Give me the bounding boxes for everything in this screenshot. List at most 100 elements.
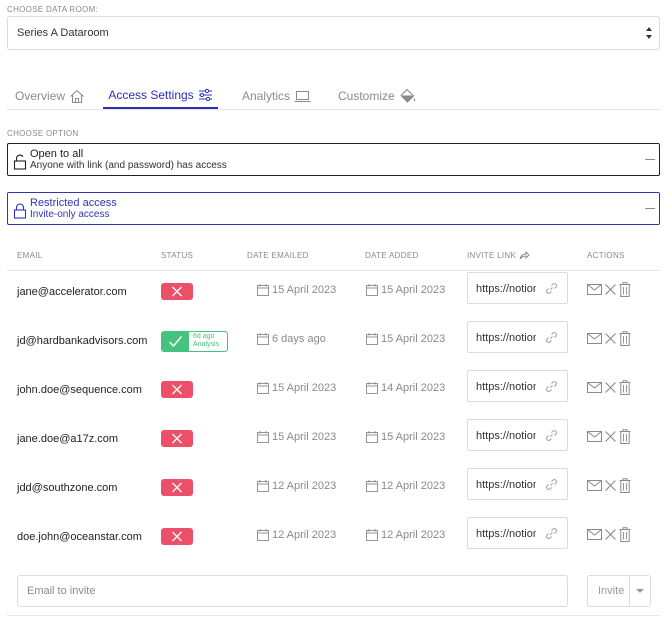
invite-link-value: https://notion.so (476, 283, 536, 295)
close-icon[interactable] (604, 528, 617, 541)
chevron-down-icon[interactable] (635, 588, 645, 594)
trash-icon[interactable] (619, 282, 631, 297)
invite-email-input[interactable] (17, 575, 568, 607)
table-row: john.doe@sequence.com 15 April 2023 14 A… (0, 370, 667, 419)
calendar-icon (257, 382, 269, 394)
email-icon[interactable] (587, 284, 602, 295)
row-date-emailed-value: 15 April 2023 (272, 431, 337, 443)
row-email: doe.john@oceanstar.com (17, 531, 142, 543)
choose-option-label: CHOOSE OPTION (7, 129, 79, 138)
row-date-emailed: 15 April 2023 (257, 431, 336, 443)
copy-link-icon[interactable] (546, 381, 557, 392)
invite-link-value: https://notion.so (476, 332, 536, 344)
x-icon (172, 384, 182, 395)
email-icon[interactable] (587, 333, 602, 344)
trash-icon[interactable] (619, 429, 631, 444)
row-date-emailed: 15 April 2023 (257, 284, 336, 296)
email-icon[interactable] (587, 431, 602, 442)
x-icon (172, 531, 182, 542)
collapse-icon (645, 159, 655, 160)
lock-icon (13, 203, 27, 219)
status-time: 6d ago (193, 333, 215, 340)
trash-icon[interactable] (619, 380, 631, 395)
tab-bar: Overview Access Settings Analytics Custo… (7, 82, 660, 110)
invite-link-field[interactable]: https://notion.so (467, 370, 568, 402)
tab-analytics[interactable]: Analytics (242, 82, 311, 110)
trash-icon[interactable] (619, 478, 631, 493)
table-row: jd@hardbankadvisors.com 6d ago Analysis 6… (0, 321, 667, 370)
calendar-icon (257, 480, 269, 492)
tab-overview-label: Overview (15, 89, 66, 103)
row-actions (587, 380, 631, 395)
x-icon (172, 482, 182, 493)
invite-link-value: https://notion.so (476, 381, 536, 393)
invite-button[interactable]: Invite (598, 585, 624, 597)
option-restricted-title: Restricted access (30, 197, 117, 209)
row-date-emailed: 12 April 2023 (257, 529, 336, 541)
row-date-emailed-value: 15 April 2023 (272, 382, 337, 394)
copy-link-icon[interactable] (546, 332, 557, 343)
close-icon[interactable] (604, 381, 617, 394)
copy-link-icon[interactable] (546, 430, 557, 441)
bottom-divider (7, 615, 660, 616)
copy-link-icon[interactable] (546, 283, 557, 294)
calendar-icon (257, 284, 269, 296)
header-invite-link-label: INVITE LINK (467, 251, 517, 260)
close-icon[interactable] (604, 479, 617, 492)
calendar-icon (366, 529, 378, 541)
row-actions (587, 429, 631, 444)
option-restricted-subtitle: Invite-only access (30, 209, 110, 220)
status-check (162, 332, 189, 351)
x-icon (172, 286, 182, 297)
close-icon[interactable] (604, 283, 617, 296)
row-date-added: 15 April 2023 (366, 333, 445, 345)
option-restricted-access[interactable]: Restricted access Invite-only access (7, 192, 660, 225)
calendar-icon (366, 431, 378, 443)
invite-link-field[interactable]: https://notion.so (467, 419, 568, 451)
status-badge: 6d ago Analysis (161, 331, 228, 352)
status-note: Analysis (193, 341, 220, 348)
tab-customize[interactable]: Customize (338, 82, 417, 110)
invite-link-field[interactable]: https://notion.so (467, 517, 568, 549)
status-badge (161, 283, 193, 300)
data-room-selected-value: Series A Dataroom (17, 27, 109, 39)
row-date-added: 14 April 2023 (366, 382, 445, 394)
invite-button-divider (629, 576, 630, 606)
tab-access-settings[interactable]: Access Settings (103, 82, 218, 109)
row-date-added-value: 12 April 2023 (381, 480, 446, 492)
email-icon[interactable] (587, 529, 602, 540)
email-icon[interactable] (587, 382, 602, 393)
trash-icon[interactable] (619, 331, 631, 346)
row-email: jane.doe@a17z.com (17, 433, 119, 445)
invite-button-group: Invite (587, 575, 651, 607)
invite-link-field[interactable]: https://notion.so (467, 321, 568, 353)
home-icon (70, 89, 84, 103)
copy-link-icon[interactable] (546, 479, 557, 490)
row-date-added-value: 14 April 2023 (381, 382, 446, 394)
header-date-emailed: DATE EMAILED (247, 251, 309, 260)
row-date-emailed-value: 15 April 2023 (272, 284, 337, 296)
copy-link-icon[interactable] (546, 528, 557, 539)
trash-icon[interactable] (619, 527, 631, 542)
tab-overview[interactable]: Overview (15, 82, 85, 110)
row-email: jd@hardbankadvisors.com (17, 335, 148, 347)
tab-customize-label: Customize (338, 89, 395, 103)
header-date-added: DATE ADDED (365, 251, 419, 260)
close-icon[interactable] (604, 430, 617, 443)
option-open-to-all[interactable]: Open to all Anyone with link (and passwo… (7, 143, 660, 176)
select-arrows-icon (646, 27, 652, 39)
status-badge (161, 528, 193, 545)
calendar-icon (257, 431, 269, 443)
invite-link-field[interactable]: https://notion.so (467, 468, 568, 500)
header-status: STATUS (161, 251, 194, 260)
calendar-icon (366, 284, 378, 296)
invite-link-field[interactable]: https://notion.so (467, 272, 568, 304)
data-room-label: CHOOSE DATA ROOM: (7, 5, 99, 14)
row-date-added: 15 April 2023 (366, 431, 445, 443)
close-icon[interactable] (604, 332, 617, 345)
data-room-select[interactable]: Series A Dataroom (7, 16, 660, 50)
email-icon[interactable] (587, 480, 602, 491)
invite-link-value: https://notion.so (476, 479, 536, 491)
row-email: jane@accelerator.com (17, 286, 127, 298)
header-actions: ACTIONS (587, 251, 625, 260)
